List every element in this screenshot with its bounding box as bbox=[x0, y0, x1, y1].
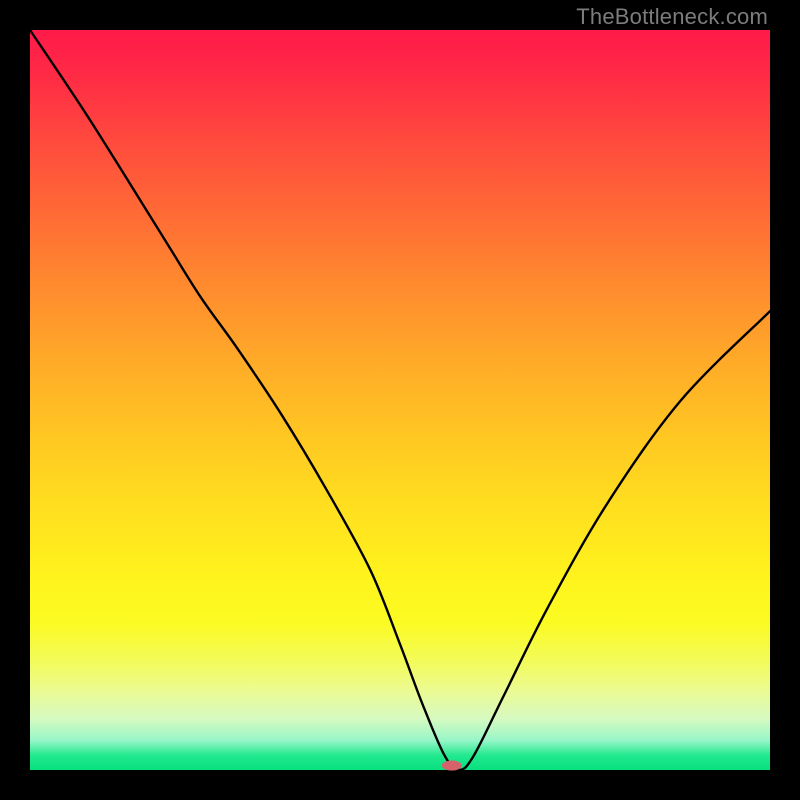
minimum-marker bbox=[442, 761, 462, 771]
chart-overlay bbox=[30, 30, 770, 770]
watermark-text: TheBottleneck.com bbox=[576, 4, 768, 30]
bottleneck-curve bbox=[30, 30, 770, 770]
chart-container: { "watermark": "TheBottleneck.com", "cha… bbox=[0, 0, 800, 800]
